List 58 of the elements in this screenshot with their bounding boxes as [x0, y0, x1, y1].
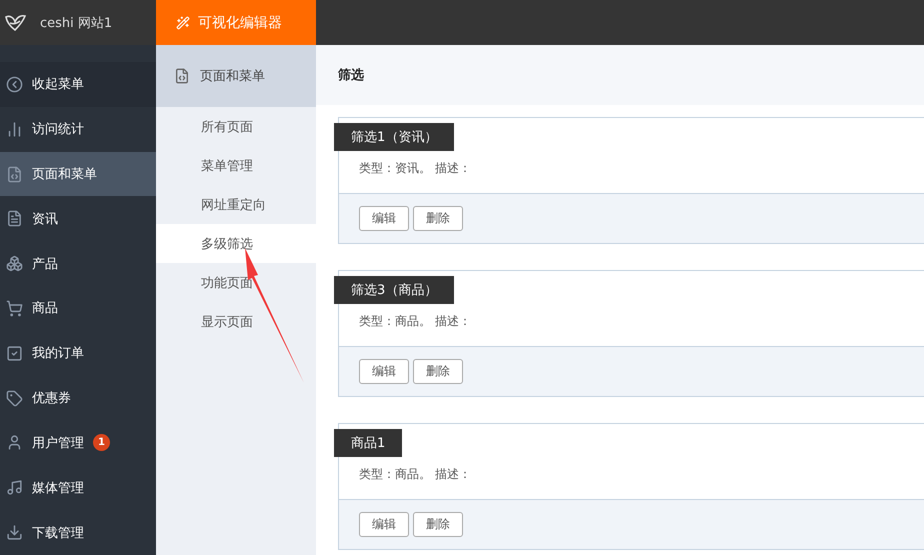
- sidebar-label: 产品: [32, 256, 58, 273]
- sidebar-item[interactable]: 用户管理 1: [0, 420, 156, 466]
- tag-icon: [6, 390, 23, 407]
- sidebar-label: 媒体管理: [32, 480, 84, 497]
- magic-wand-icon: [176, 16, 190, 30]
- sidebar-item[interactable]: 商品: [0, 286, 156, 331]
- logo-icon: [4, 14, 26, 32]
- edit-button[interactable]: 编辑: [359, 512, 409, 537]
- sidebar-item[interactable]: 我的订单: [0, 330, 156, 376]
- code-file-icon: [6, 166, 23, 183]
- site-name: ceshi 网站1: [40, 14, 112, 32]
- subnav-item[interactable]: 多级筛选: [156, 224, 316, 263]
- count-badge: 1: [93, 434, 110, 452]
- cart-icon: [6, 300, 23, 317]
- sidebar-item[interactable]: 媒体管理: [0, 465, 156, 510]
- sidebar-label: 页面和菜单: [32, 166, 97, 184]
- page-title: 筛选: [338, 67, 364, 84]
- sidebar-item[interactable]: 下载管理: [0, 510, 156, 555]
- bar-chart-icon: [6, 120, 23, 138]
- subnav-item[interactable]: 网址重定向: [156, 185, 316, 224]
- sidebar-label: 访问统计: [32, 121, 84, 138]
- chevron-left-icon: [6, 76, 23, 93]
- delete-button[interactable]: 删除: [413, 359, 463, 384]
- boxes-icon: [6, 255, 23, 272]
- sidebar-label: 优惠券: [32, 390, 71, 408]
- checkbox-icon: [6, 344, 23, 362]
- music-note-icon: [6, 479, 23, 496]
- subnav-title: 页面和菜单: [200, 68, 265, 85]
- document-icon: [6, 210, 23, 228]
- card-title: 商品1: [334, 429, 402, 457]
- edit-button[interactable]: 编辑: [359, 206, 409, 231]
- card-description: 类型：商品。 描述：: [359, 466, 472, 483]
- delete-button[interactable]: 删除: [413, 206, 463, 231]
- card-description: 类型：资讯。 描述：: [359, 160, 472, 177]
- sidebar-item[interactable]: 收起菜单: [0, 62, 156, 107]
- delete-button[interactable]: 删除: [413, 512, 463, 537]
- subnav-item[interactable]: 所有页面: [156, 107, 316, 146]
- sidebar-item[interactable]: 资讯: [0, 196, 156, 242]
- sidebar-label: 用户管理: [32, 434, 84, 452]
- sidebar-item[interactable]: 优惠券: [0, 376, 156, 420]
- sidebar-label: 我的订单: [32, 345, 84, 362]
- edit-button[interactable]: 编辑: [359, 359, 409, 384]
- card-title: 筛选3（商品）: [334, 276, 454, 304]
- download-icon: [6, 524, 23, 542]
- sidebar-item[interactable]: 产品: [0, 241, 156, 286]
- code-file-icon: [174, 68, 190, 84]
- card-description: 类型：商品。 描述：: [359, 313, 472, 330]
- card-title: 筛选1（资讯）: [334, 123, 454, 151]
- sidebar-label: 商品: [32, 300, 58, 318]
- subnav-item[interactable]: 菜单管理: [156, 146, 316, 185]
- sidebar-label: 收起菜单: [32, 76, 84, 94]
- sidebar-item[interactable]: 访问统计: [0, 106, 156, 152]
- sidebar-label: 下载管理: [32, 524, 84, 542]
- sidebar-item[interactable]: 页面和菜单: [0, 152, 156, 196]
- subnav-item[interactable]: 功能页面: [156, 263, 316, 302]
- user-icon: [6, 434, 23, 452]
- sidebar-label: 资讯: [32, 210, 58, 228]
- subnav-item[interactable]: 显示页面: [156, 302, 316, 341]
